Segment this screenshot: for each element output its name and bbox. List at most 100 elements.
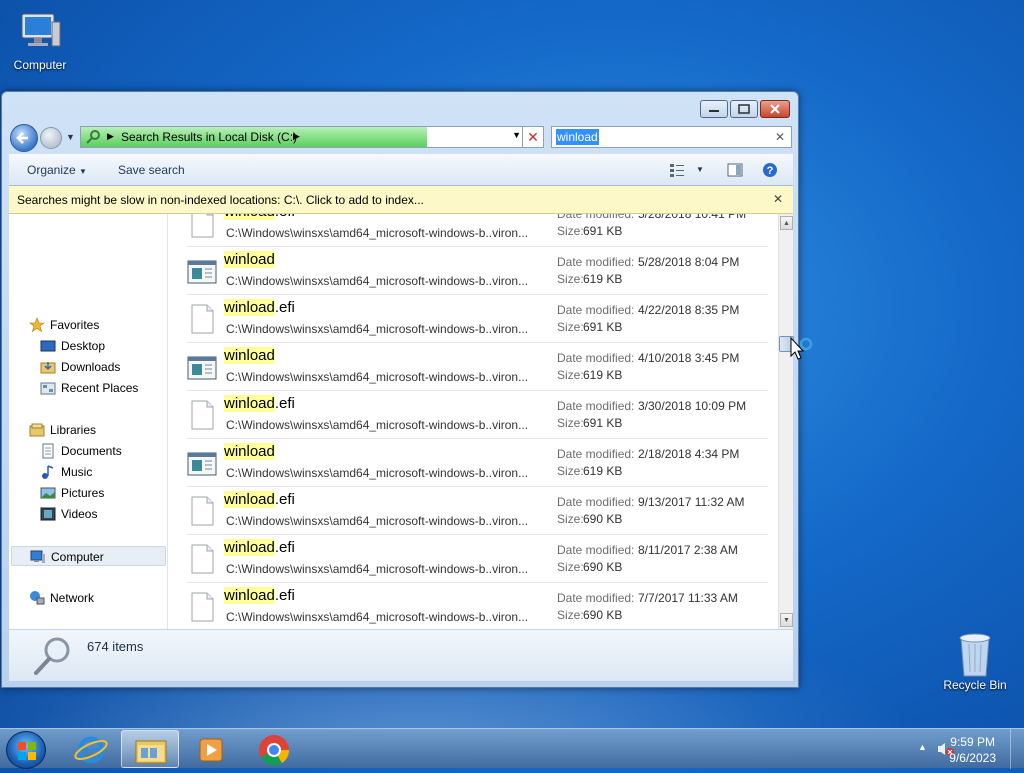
nav-favorites[interactable]: Favorites xyxy=(9,315,167,335)
taskbar-explorer-button[interactable] xyxy=(121,730,179,768)
size-label: Size: xyxy=(557,224,584,238)
view-options-icon[interactable] xyxy=(669,162,685,178)
nav-downloads[interactable]: Downloads xyxy=(9,357,167,377)
date-modified-label: Date modified: xyxy=(557,214,635,221)
search-input[interactable]: winload xyxy=(556,129,599,145)
date-modified-value: 5/28/2018 10:41 PM xyxy=(638,214,747,221)
search-match-highlight: winload xyxy=(224,443,275,460)
file-name[interactable]: winload xyxy=(224,347,275,364)
close-button[interactable] xyxy=(760,100,790,118)
file-name[interactable]: winload xyxy=(224,251,275,268)
date-modified-label: Date modified: xyxy=(557,495,635,509)
taskbar-media-player-button[interactable] xyxy=(182,730,240,768)
info-bar[interactable]: Searches might be slow in non-indexed lo… xyxy=(9,186,793,214)
file-extension: .efi xyxy=(274,395,295,412)
file-extension: .efi xyxy=(274,299,295,316)
result-row[interactable]: winload.efi C:\Windows\winsxs\amd64_micro… xyxy=(186,583,768,629)
file-name[interactable]: winload.efi xyxy=(224,214,295,220)
file-name[interactable]: winload xyxy=(224,443,275,460)
result-row[interactable]: winload.efi C:\Windows\winsxs\amd64_micro… xyxy=(186,535,768,583)
preview-pane-icon[interactable] xyxy=(727,162,743,178)
date-modified-label: Date modified: xyxy=(557,543,635,557)
stop-search-button[interactable]: ✕ xyxy=(522,126,544,148)
taskbar-chrome-button[interactable] xyxy=(245,730,303,768)
dismiss-info-bar-icon[interactable]: ✕ xyxy=(773,192,783,206)
breadcrumb-arrow-icon[interactable]: ▶ xyxy=(293,131,300,142)
result-row[interactable]: winload C:\Windows\winsxs\amd64_microsoft… xyxy=(186,247,768,295)
address-text[interactable]: Search Results in Local Disk (C:) xyxy=(121,130,297,144)
scroll-down-button[interactable]: ▼ xyxy=(780,613,793,627)
nav-recent-places[interactable]: Recent Places xyxy=(9,378,167,398)
back-button[interactable] xyxy=(10,124,38,152)
date-modified-label: Date modified: xyxy=(557,255,635,269)
organize-button[interactable]: Organize ▼ xyxy=(27,163,87,177)
show-hidden-icons-icon[interactable]: ▲ xyxy=(918,742,927,752)
recent-places-icon xyxy=(40,382,56,395)
save-search-button[interactable]: Save search xyxy=(118,163,185,177)
maximize-button[interactable] xyxy=(730,100,758,118)
star-icon xyxy=(29,317,45,333)
generic-file-icon xyxy=(191,544,214,574)
vertical-scrollbar[interactable]: ▲ ▼ xyxy=(778,214,794,629)
nav-network[interactable]: Network xyxy=(9,588,167,608)
info-bar-text[interactable]: Searches might be slow in non-indexed lo… xyxy=(17,193,424,207)
nav-videos[interactable]: Videos xyxy=(9,504,167,524)
libraries-icon xyxy=(29,423,45,437)
desktop-icon-recycle-bin[interactable]: Recycle Bin xyxy=(935,628,1015,692)
internet-explorer-icon xyxy=(74,736,108,764)
size-value: 690 KB xyxy=(583,512,623,526)
size-value: 619 KB xyxy=(583,464,623,478)
generic-file-icon xyxy=(191,304,214,334)
file-name[interactable]: winload.efi xyxy=(224,539,295,556)
file-path: C:\Windows\winsxs\amd64_microsoft-window… xyxy=(226,418,529,432)
file-name[interactable]: winload.efi xyxy=(224,395,295,412)
generic-file-icon xyxy=(191,400,214,430)
network-icon xyxy=(30,591,45,605)
nav-computer[interactable]: Computer xyxy=(11,546,166,566)
clock[interactable]: 9:59 PM 9/6/2023 xyxy=(949,734,996,766)
size-label: Size: xyxy=(557,368,584,382)
file-name[interactable]: winload.efi xyxy=(224,587,295,604)
date-modified-value: 3/30/2018 10:09 PM xyxy=(638,399,747,413)
forward-button[interactable] xyxy=(40,127,62,149)
size-label: Size: xyxy=(557,464,584,478)
search-results-list: winload.efiC:\Windows\winsxs\amd64_micro… xyxy=(169,214,779,629)
nav-label: Libraries xyxy=(50,423,97,437)
breadcrumb-arrow-icon[interactable]: ▶ xyxy=(107,131,114,142)
address-dropdown-icon[interactable]: ▼ xyxy=(512,130,521,140)
result-row[interactable]: winload C:\Windows\winsxs\amd64_microsoft… xyxy=(186,343,768,391)
content-area: Favorites Desktop Downloads Recent Place… xyxy=(9,214,794,629)
search-match-highlight: winload xyxy=(224,491,275,508)
desktop-icon-computer[interactable]: Computer xyxy=(0,8,80,72)
view-dropdown-icon[interactable]: ▼ xyxy=(696,165,704,174)
search-match-highlight: winload xyxy=(224,214,275,220)
command-bar: Organize ▼ Save search ▼ ? xyxy=(9,154,793,186)
clear-search-icon[interactable]: ✕ xyxy=(775,130,785,144)
nav-documents[interactable]: Documents xyxy=(9,441,167,461)
minimize-button[interactable] xyxy=(700,100,728,118)
show-desktop-button[interactable] xyxy=(1010,729,1024,769)
result-row[interactable]: winload.efi C:\Windows\winsxs\amd64_micro… xyxy=(186,214,768,247)
scroll-up-button[interactable]: ▲ xyxy=(780,216,793,230)
date-modified-label: Date modified: xyxy=(557,303,635,317)
nav-music[interactable]: Music xyxy=(9,462,167,482)
date-modified-label: Date modified: xyxy=(557,351,635,365)
result-row[interactable]: winload.efi C:\Windows\winsxs\amd64_micro… xyxy=(186,295,768,343)
result-row[interactable]: winload.efi C:\Windows\winsxs\amd64_micro… xyxy=(186,391,768,439)
file-name[interactable]: winload.efi xyxy=(224,491,295,508)
address-bar[interactable]: ▶ Search Results in Local Disk (C:) ▶ ▼ xyxy=(80,126,526,148)
nav-pictures[interactable]: Pictures xyxy=(9,483,167,503)
start-button[interactable] xyxy=(6,731,46,769)
search-box[interactable]: winload ✕ xyxy=(551,126,792,148)
nav-desktop[interactable]: Desktop xyxy=(9,336,167,356)
date-modified-label: Date modified: xyxy=(557,447,635,461)
result-row[interactable]: winload C:\Windows\winsxs\amd64_microsoft… xyxy=(186,439,768,487)
date-modified-value: 9/13/2017 11:32 AM xyxy=(638,495,745,509)
result-row[interactable]: winload.efi C:\Windows\winsxs\amd64_micro… xyxy=(186,487,768,535)
nav-libraries[interactable]: Libraries xyxy=(9,420,167,440)
taskbar-ie-button[interactable] xyxy=(62,730,120,768)
recent-pages-dropdown[interactable]: ▼ xyxy=(66,132,75,142)
help-icon[interactable]: ? xyxy=(762,162,778,178)
nav-label: Computer xyxy=(51,550,104,564)
file-name[interactable]: winload.efi xyxy=(224,299,295,316)
